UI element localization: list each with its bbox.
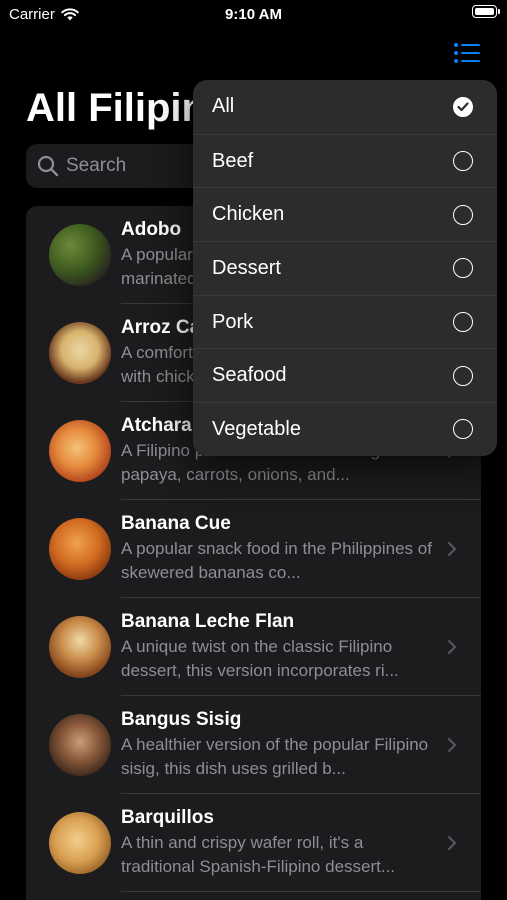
menu-item-label: Vegetable [212,417,301,440]
dish-description: A healthier version of the popular Filip… [121,735,429,778]
menu-item-label: Pork [212,310,254,333]
dish-photo [49,322,111,384]
circle-icon [453,151,473,172]
checkmark-circle-icon [453,96,473,117]
menu-item-label: Dessert [212,256,281,279]
dish-description: A popular snack food in the Philippines … [121,539,432,582]
circle-icon [453,312,473,333]
filter-menu: All Beef Chicken Dessert Pork Seafood Ve… [193,80,497,456]
menu-item-label: Beef [212,149,254,172]
circle-icon [453,258,473,279]
circle-icon [453,419,473,440]
dish-name: Banana Leche Flan [121,611,295,632]
search-icon [37,155,59,177]
menu-item-vegetable[interactable]: Vegetable [193,402,497,456]
dish-name: Barquillos [121,807,214,828]
dish-photo [49,616,111,678]
dish-description: A thin and crispy wafer roll, it's a tra… [121,833,396,876]
chevron-right-icon [448,640,456,654]
dish-name: Banana Cue [121,513,231,534]
dish-photo [49,420,111,482]
status-time: 9:10 AM [225,6,282,23]
dish-row-banana-leche-flan[interactable]: Banana Leche Flan A unique twist on the … [26,598,481,696]
menu-item-all[interactable]: All [193,80,497,134]
dish-row-banana-cue[interactable]: Banana Cue A popular snack food in the P… [26,500,481,598]
dish-photo [49,812,111,874]
chevron-right-icon [448,542,456,556]
circle-icon [453,204,473,225]
dish-photo [49,518,111,580]
menu-item-seafood[interactable]: Seafood [193,348,497,402]
dish-photo [49,224,111,286]
dish-description: A unique twist on the classic Filipino d… [121,637,399,680]
menu-item-label: Chicken [212,203,285,226]
menu-item-chicken[interactable]: Chicken [193,187,497,241]
chevron-right-icon [448,836,456,850]
dish-row-bangus-sisig[interactable]: Bangus Sisig A healthier version of the … [26,696,481,794]
row-separator [121,891,481,892]
circle-icon [453,365,473,386]
chevron-right-icon [448,738,456,752]
dish-row-barquillos[interactable]: Barquillos A thin and crispy wafer roll,… [26,794,481,892]
dish-photo [49,714,111,776]
filter-list-button[interactable] [453,42,481,64]
menu-item-label: Seafood [212,364,287,387]
menu-item-pork[interactable]: Pork [193,294,497,349]
status-bar: Carrier 9:10 AM [0,0,507,30]
battery-icon [472,5,500,18]
menu-item-label: All [212,95,235,118]
dish-name: Bangus Sisig [121,709,242,730]
menu-item-beef[interactable]: Beef [193,133,497,188]
menu-item-dessert[interactable]: Dessert [193,241,497,295]
list-icon [454,43,480,63]
